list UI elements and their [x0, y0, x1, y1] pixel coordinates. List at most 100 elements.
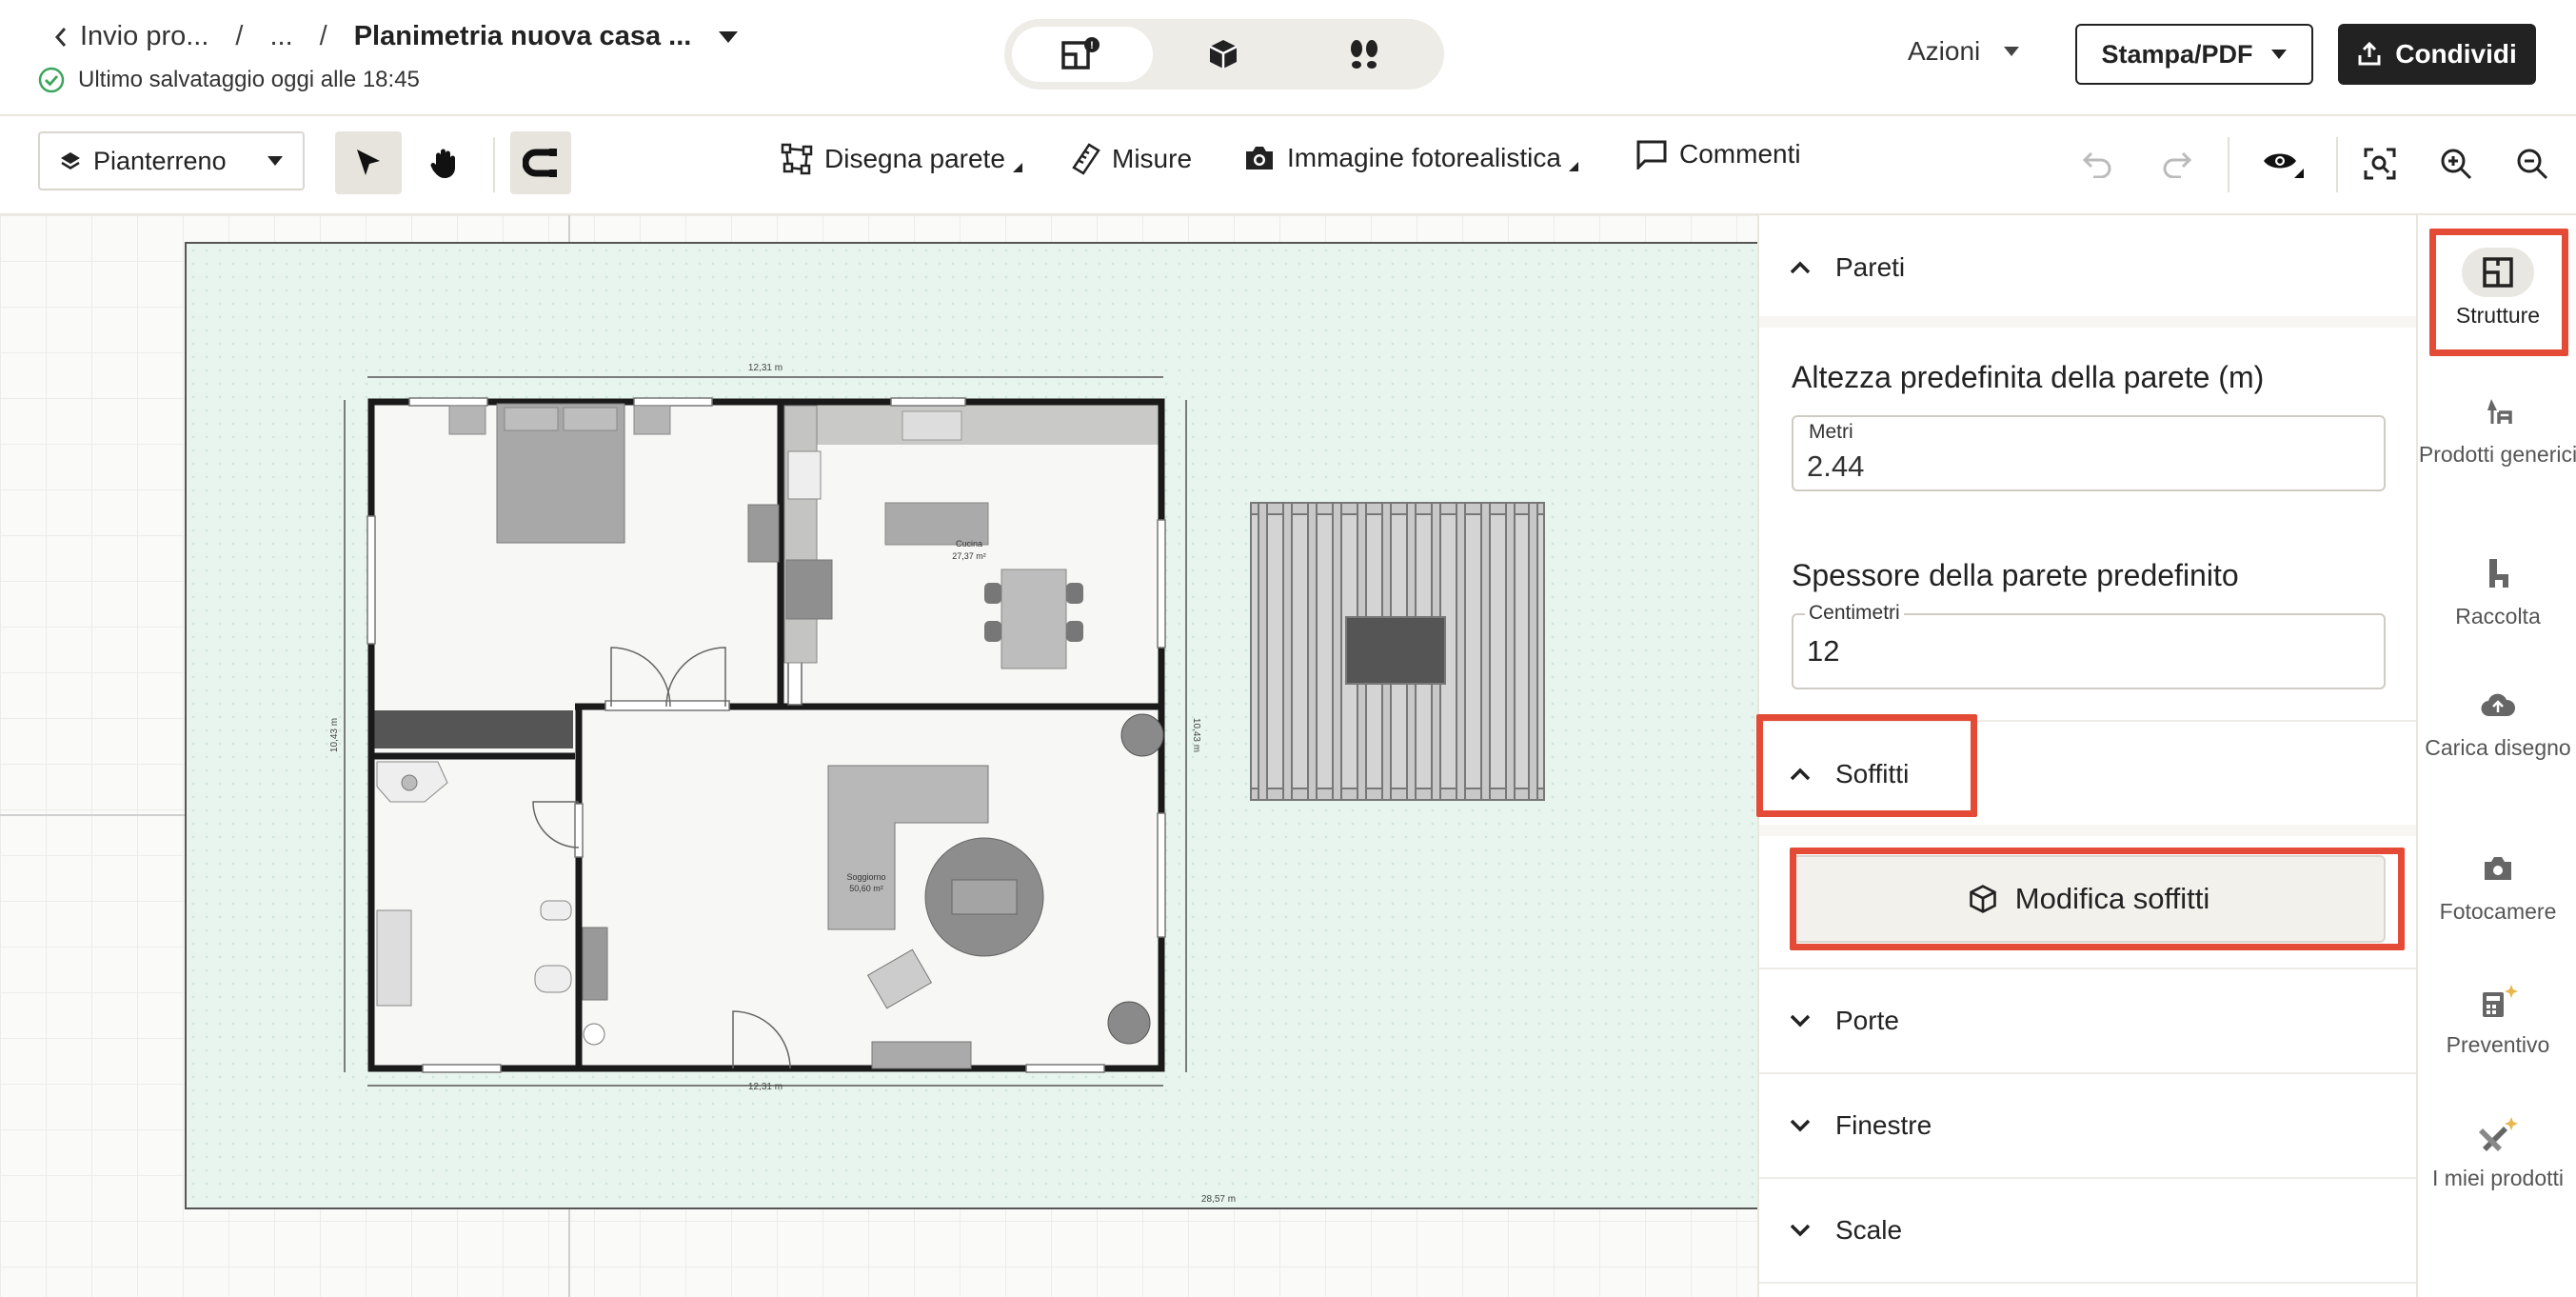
products-icon-wrap: [2462, 387, 2534, 436]
toolbar-divider: [2228, 137, 2229, 192]
wall-height-title: Altezza predefinita della parete (m): [1792, 360, 2265, 394]
section-band: [1759, 316, 2416, 328]
comments-tool[interactable]: Commenti: [1635, 139, 1801, 170]
breadcrumb-middle-link[interactable]: ...: [269, 21, 292, 52]
print-pdf-button[interactable]: Stampa/PDF: [2075, 24, 2313, 85]
rail-item-collection[interactable]: Raccolta: [2418, 549, 2576, 630]
highlight-ceilings-header: [1756, 714, 1977, 817]
floor-selector-label: Pianterreno: [93, 146, 227, 175]
rail-label-my-products: I miei prodotti: [2431, 1166, 2565, 1190]
cameras-icon-wrap: [2462, 844, 2534, 893]
redo-button[interactable]: [2153, 141, 2199, 187]
walls-section-header[interactable]: Pareti: [1759, 244, 2416, 291]
comment-bubble-icon: [1636, 140, 1667, 170]
view-mode-walk-button[interactable]: [1294, 27, 1435, 82]
chevron-up-icon: [1790, 261, 1811, 274]
breadcrumb: Invio pro... / ... / Planimetria nuova c…: [53, 21, 739, 52]
chevron-left-icon[interactable]: [53, 26, 69, 49]
view-mode-2d-button[interactable]: !: [1012, 27, 1153, 82]
dimension-bottom: 12,31 m: [748, 1082, 783, 1092]
check-circle-icon: [38, 67, 65, 93]
photoreal-image-tool[interactable]: Immagine fotorealistica: [1243, 143, 1590, 173]
chevron-down-icon: [1790, 1119, 1811, 1132]
share-button[interactable]: Condividi: [2338, 24, 2536, 85]
submenu-corner-icon: [1012, 163, 1022, 172]
wall-thickness-title: Spessore della parete predefinito: [1792, 558, 2239, 592]
editor-toolbar: Pianterreno Disegna parete Misure Immagi…: [0, 116, 2576, 215]
rail-label-generic-products: Prodotti generici: [2418, 442, 2576, 467]
section-divider: [1759, 1282, 2416, 1284]
rail-item-upload-drawing[interactable]: Carica disegno: [2418, 680, 2576, 762]
view-mode-3d-button[interactable]: [1153, 27, 1294, 82]
wall-thickness-field-label: Centimetri: [1805, 602, 1904, 625]
zoom-in-icon: [2441, 149, 2472, 180]
magnet-icon: [523, 149, 557, 177]
print-pdf-label: Stampa/PDF: [2101, 39, 2253, 69]
caret-down-icon: [268, 156, 283, 166]
highlight-edit-ceilings: [1790, 848, 2405, 950]
chevron-down-icon: [1790, 1224, 1811, 1237]
room-area-kitchen: 27,37 m²: [952, 551, 986, 561]
chair-icon: [2489, 559, 2508, 588]
pan-tool-button[interactable]: [411, 131, 478, 194]
room-label-kitchen: Cucina: [956, 539, 982, 549]
wall-height-field-label: Metri: [1805, 421, 1857, 444]
windows-section-header[interactable]: Finestre: [1759, 1074, 2416, 1177]
windows-section-title: Finestre: [1835, 1110, 1932, 1140]
breadcrumb-root-link[interactable]: Invio pro...: [80, 21, 208, 52]
wall-height-field[interactable]: Metri 2.44: [1792, 415, 2386, 491]
view-mode-switch: !: [1004, 19, 1444, 90]
fit-to-screen-button[interactable]: [2357, 141, 2403, 187]
rail-item-estimate[interactable]: Preventivo: [2418, 977, 2576, 1059]
rail-item-my-products[interactable]: I miei prodotti: [2418, 1110, 2576, 1192]
rail-item-cameras[interactable]: Fotocamere: [2418, 844, 2576, 926]
chevron-down-icon: [1790, 1014, 1811, 1028]
top-bar: Invio pro... / ... / Planimetria nuova c…: [0, 0, 2576, 116]
properties-panel: Pareti Altezza predefinita della parete …: [1756, 215, 2416, 1297]
measures-tool[interactable]: Misure: [1072, 143, 1192, 175]
submenu-corner-icon: [1568, 162, 1578, 171]
document-title[interactable]: Planimetria nuova casa ...: [354, 21, 692, 52]
hand-pan-icon: [430, 149, 455, 178]
zoom-out-icon: [2517, 149, 2548, 180]
side-rail: Strutture Prodotti generici Raccolta Car…: [2416, 215, 2576, 1297]
caret-down-icon[interactable]: [718, 30, 739, 44]
visibility-menu-button[interactable]: [2252, 141, 2313, 187]
wall-thickness-field[interactable]: Centimetri 12: [1792, 602, 2386, 689]
select-tool-button[interactable]: [335, 131, 402, 194]
share-label: Condividi: [2395, 39, 2517, 69]
zoom-in-button[interactable]: [2433, 141, 2479, 187]
room-label-living: Soggiorno: [846, 872, 885, 882]
floorplan-canvas[interactable]: 12,31 m 12,31 m 10,43 m 10,43 m 28,57 m: [0, 215, 1757, 1297]
rail-label-estimate: Preventivo: [2446, 1032, 2550, 1057]
eye-icon: [2264, 153, 2304, 178]
undo-button[interactable]: [2075, 141, 2121, 187]
section-band: [1759, 825, 2416, 836]
measures-label: Misure: [1112, 144, 1193, 173]
camera-icon: [2485, 857, 2511, 880]
lamp-chair-icon: [2487, 399, 2512, 424]
doors-section-header[interactable]: Porte: [1759, 969, 2416, 1072]
actions-menu[interactable]: Azioni: [1908, 36, 2020, 67]
wall-thickness-value[interactable]: 12: [1807, 634, 1839, 668]
ruler-icon: [1072, 143, 1100, 175]
zoom-out-button[interactable]: [2509, 141, 2555, 187]
camera-icon: [1246, 147, 1273, 170]
stairs-section-header[interactable]: Scale: [1759, 1179, 2416, 1282]
focus-frame-icon: [2364, 148, 2396, 180]
stairs-section-title: Scale: [1835, 1215, 1903, 1245]
my-products-icon-wrap: [2462, 1110, 2534, 1160]
caret-down-icon: [2270, 50, 2287, 59]
snap-magnet-button[interactable]: [510, 131, 571, 194]
wall-height-value[interactable]: 2.44: [1807, 449, 1864, 484]
floor-selector[interactable]: Pianterreno: [38, 131, 305, 190]
cloud-upload-icon: [2481, 693, 2515, 717]
walls-section-title: Pareti: [1835, 252, 1906, 282]
rail-item-generic-products[interactable]: Prodotti generici: [2418, 387, 2576, 469]
undo-icon: [2082, 151, 2111, 178]
room-area-living: 50,60 m²: [849, 884, 883, 893]
rail-label-collection: Raccolta: [2455, 604, 2541, 629]
draw-wall-tool[interactable]: Disegna parete: [781, 143, 1034, 175]
draw-wall-label: Disegna parete: [824, 144, 1005, 173]
upload-share-icon: [2358, 42, 2381, 66]
